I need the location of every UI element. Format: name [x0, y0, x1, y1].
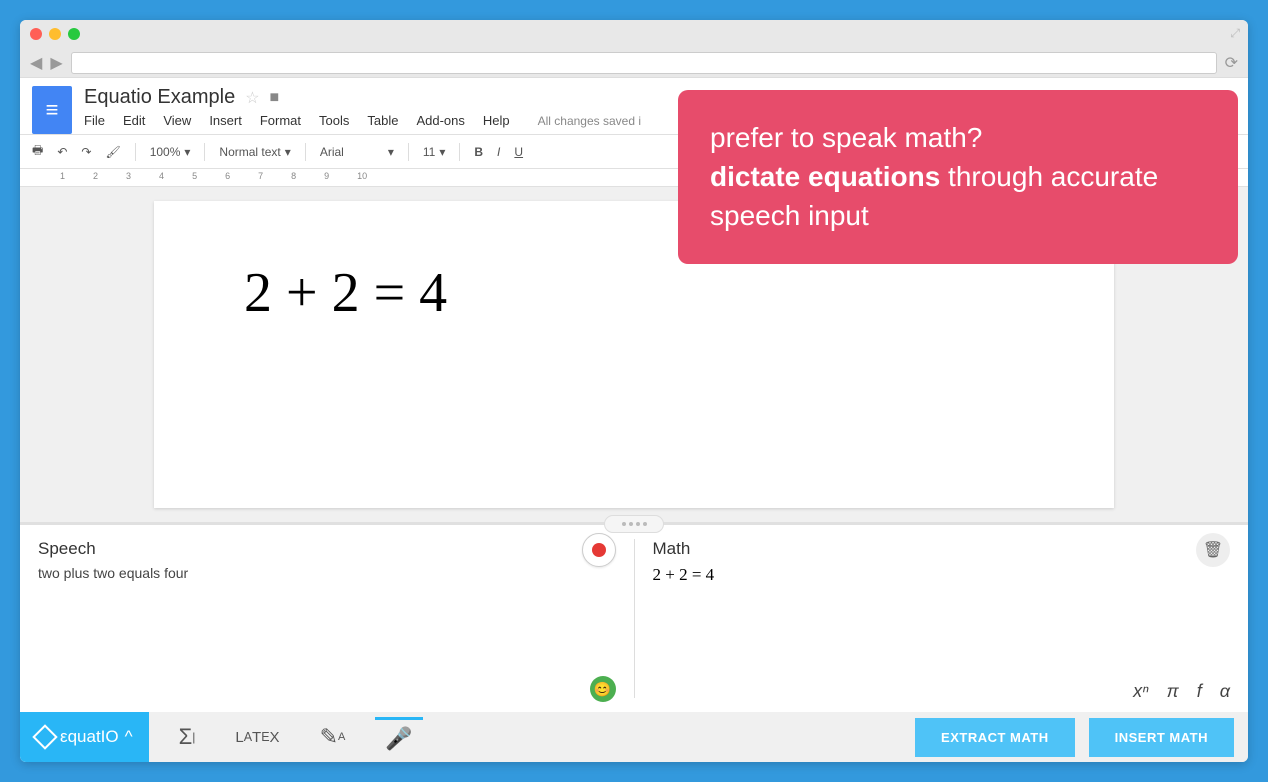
italic-button[interactable]: I [497, 145, 500, 159]
save-status: All changes saved i [538, 114, 641, 128]
resize-icon[interactable]: ⤢ [1230, 26, 1240, 41]
symbol-pi[interactable]: π [1167, 681, 1179, 702]
math-preview: 2 + 2 = 4 [653, 565, 1231, 585]
symbol-f[interactable]: f [1197, 681, 1202, 702]
browser-toolbar: ◀ ▶ ⟳ [20, 48, 1248, 78]
menu-file[interactable]: File [84, 113, 105, 128]
menu-table[interactable]: Table [367, 113, 398, 128]
diamond-icon [32, 724, 57, 749]
menu-format[interactable]: Format [260, 113, 301, 128]
menu-addons[interactable]: Add-ons [416, 113, 464, 128]
symbol-exponent[interactable]: xⁿ [1133, 681, 1149, 702]
paint-format-icon[interactable]: 🖌 [105, 145, 120, 159]
window-titlebar [20, 20, 1248, 48]
url-input[interactable] [71, 52, 1217, 74]
equatio-bottom-bar: εquatIO ^ Σ| LATEX ✎A 🎤 EXTRACT MATH INS… [20, 712, 1248, 762]
underline-button[interactable]: U [514, 145, 523, 159]
folder-icon[interactable]: ■ [270, 89, 280, 107]
menu-help[interactable]: Help [483, 113, 510, 128]
latex-mode-icon[interactable]: LATEX [225, 723, 289, 752]
equation-editor-mode-icon[interactable]: Σ| [169, 718, 206, 756]
record-button[interactable] [582, 533, 616, 567]
menu-edit[interactable]: Edit [123, 113, 145, 128]
speech-title: Speech [38, 539, 616, 559]
menu-insert[interactable]: Insert [209, 113, 242, 128]
speech-transcript: two plus two equals four [38, 565, 616, 581]
equatio-panel: Speech two plus two equals four 😊 Math 2… [20, 522, 1248, 712]
menu-tools[interactable]: Tools [319, 113, 349, 128]
fontsize-select[interactable]: 11 ▾ [423, 145, 446, 159]
minimize-icon[interactable] [49, 28, 61, 40]
math-pane: Math 2 + 2 = 4 🗑 xⁿ π f α [635, 525, 1249, 712]
math-symbol-palette: xⁿ π f α [1133, 681, 1230, 702]
extract-math-button[interactable]: EXTRACT MATH [915, 718, 1075, 757]
docs-app-icon[interactable]: ≡ [32, 86, 72, 134]
speech-pane: Speech two plus two equals four 😊 [20, 525, 634, 712]
bold-button[interactable]: B [474, 145, 483, 159]
back-icon[interactable]: ◀ [30, 53, 42, 73]
close-icon[interactable] [30, 28, 42, 40]
math-title: Math [653, 539, 1231, 559]
zoom-select[interactable]: 100% ▾ [150, 145, 191, 159]
menu-view[interactable]: View [163, 113, 191, 128]
maximize-icon[interactable] [68, 28, 80, 40]
equation-display: 2 + 2 = 4 [244, 261, 1024, 325]
delete-button[interactable]: 🗑 [1196, 533, 1230, 567]
insert-math-button[interactable]: INSERT MATH [1089, 718, 1234, 757]
chevron-up-icon: ^ [125, 727, 133, 747]
redo-icon[interactable]: ↷ [81, 145, 91, 159]
font-select[interactable]: Arial ▾ [320, 145, 394, 159]
star-icon[interactable]: ☆ [245, 88, 259, 108]
speech-mode-icon[interactable]: 🎤 [375, 717, 422, 758]
document-title[interactable]: Equatio Example [84, 86, 235, 109]
reload-icon[interactable]: ⟳ [1225, 53, 1238, 73]
emoji-icon[interactable]: 😊 [590, 676, 616, 702]
record-icon [592, 543, 606, 557]
handwriting-mode-icon[interactable]: ✎A [310, 718, 356, 756]
style-select[interactable]: Normal text ▾ [219, 145, 290, 159]
forward-icon[interactable]: ▶ [50, 53, 62, 73]
browser-window: ⤢ ◀ ▶ ⟳ ≡ Equatio Example ☆ ■ File Edit … [20, 20, 1248, 762]
equatio-logo[interactable]: εquatIO ^ [20, 712, 149, 762]
promo-callout: prefer to speak math? dictate equations … [678, 90, 1238, 264]
undo-icon[interactable]: ↶ [57, 145, 67, 159]
symbol-alpha[interactable]: α [1220, 681, 1230, 702]
print-icon[interactable]: 🖶 [32, 141, 43, 162]
